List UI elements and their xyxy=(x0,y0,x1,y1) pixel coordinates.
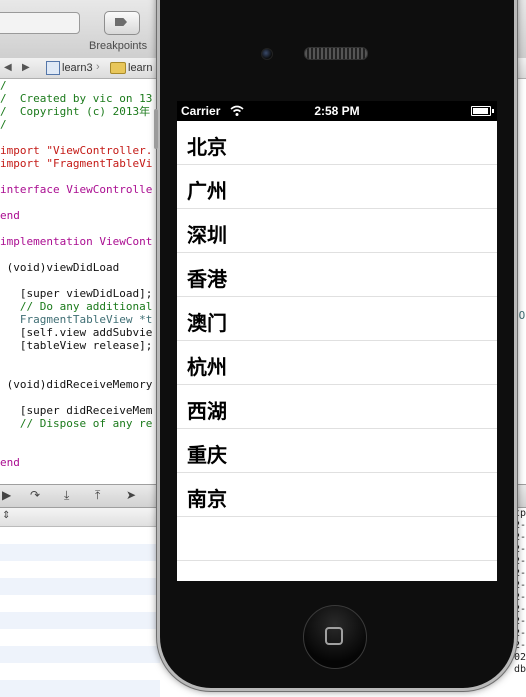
table-row[interactable]: 深圳 xyxy=(177,209,497,253)
table-row[interactable]: 西湖 xyxy=(177,385,497,429)
city-label: 广州 xyxy=(187,179,227,203)
code-line: // Do any additional xyxy=(0,300,153,313)
battery-icon xyxy=(471,106,494,116)
code-line: (void)didReceiveMemory xyxy=(0,378,153,391)
variable-row xyxy=(0,578,160,595)
step-over-icon[interactable]: ↷ xyxy=(30,488,40,502)
folder-icon xyxy=(110,62,126,74)
code-line: (void)viewDidLoad xyxy=(0,261,120,274)
variable-row xyxy=(0,612,160,629)
console-line: 02- xyxy=(514,652,526,663)
city-label: 澳门 xyxy=(187,311,227,335)
code-line: FragmentTableView *t xyxy=(0,313,153,326)
city-label: 重庆 xyxy=(187,443,227,467)
simulator-screen[interactable]: Carrier 2:58 PM 北京广州深圳香港澳门杭州西湖重庆南京 xyxy=(177,101,497,581)
code-line: // Dispose of any re xyxy=(0,417,153,430)
city-table[interactable]: 北京广州深圳香港澳门杭州西湖重庆南京 xyxy=(177,121,497,581)
variables-view[interactable]: ⇕ xyxy=(0,508,160,697)
variables-header[interactable]: ⇕ xyxy=(0,508,160,527)
continue-icon[interactable]: ▶ xyxy=(2,488,11,502)
table-row[interactable] xyxy=(177,561,497,581)
city-label: 南京 xyxy=(187,487,227,511)
breakpoint-icon xyxy=(115,18,127,26)
forward-arrow-icon[interactable]: ▶ xyxy=(22,62,30,73)
code-line: / Copyright (c) 2013年 xyxy=(0,105,151,118)
step-into-icon[interactable]: ⤓ xyxy=(64,488,69,503)
code-line: [super viewDidLoad]; xyxy=(0,287,153,300)
chevron-right-icon: › xyxy=(96,61,100,73)
code-line: import "ViewController. xyxy=(0,144,153,157)
table-row[interactable]: 澳门 xyxy=(177,297,497,341)
console-line: db) xyxy=(514,664,526,675)
jumpbar-folder[interactable]: learn xyxy=(128,62,152,74)
camera-icon xyxy=(261,48,273,60)
iphone-simulator: Carrier 2:58 PM 北京广州深圳香港澳门杭州西湖重庆南京 xyxy=(154,0,517,691)
mute-switch xyxy=(154,109,158,149)
status-time: 2:58 PM xyxy=(314,104,360,118)
table-row[interactable]: 重庆 xyxy=(177,429,497,473)
city-label: 香港 xyxy=(187,267,227,291)
breakpoints-label: Breakpoints xyxy=(89,40,148,52)
status-bar: Carrier 2:58 PM xyxy=(177,101,497,121)
code-line: / xyxy=(0,79,7,92)
code-line: end xyxy=(0,209,20,222)
variable-row xyxy=(0,646,160,663)
breakpoints-button[interactable] xyxy=(104,11,140,35)
back-arrow-icon[interactable]: ◀ xyxy=(4,62,12,73)
table-row[interactable]: 南京 xyxy=(177,473,497,517)
table-row[interactable] xyxy=(177,517,497,561)
code-line: / xyxy=(0,118,7,131)
code-line: interface ViewControlle xyxy=(0,183,153,196)
city-label: 北京 xyxy=(187,135,227,159)
jumpbar-project[interactable]: learn3 xyxy=(62,62,93,74)
search-field[interactable] xyxy=(0,12,80,34)
step-out-icon[interactable]: ⤒ xyxy=(95,488,100,503)
code-line: implementation ViewCont xyxy=(0,235,153,248)
project-icon xyxy=(46,61,60,75)
city-label: 杭州 xyxy=(187,355,227,379)
code-line: / Created by vic on 13 xyxy=(0,92,153,105)
variable-row xyxy=(0,680,160,697)
variable-row xyxy=(0,544,160,561)
stepper-icon[interactable]: ⇕ xyxy=(2,510,10,521)
code-line: [tableView release]; xyxy=(0,339,153,352)
code-line: [super didReceiveMem xyxy=(0,404,153,417)
table-row[interactable]: 广州 xyxy=(177,165,497,209)
code-line: import "FragmentTableVi xyxy=(0,157,153,170)
code-line: [self.view addSubvie xyxy=(0,326,153,339)
code-line: end xyxy=(0,456,20,469)
city-label: 西湖 xyxy=(187,399,227,423)
speaker-grille xyxy=(304,47,368,60)
table-row[interactable]: 香港 xyxy=(177,253,497,297)
location-icon[interactable]: ➤ xyxy=(126,488,136,502)
city-label: 深圳 xyxy=(187,223,227,247)
home-button[interactable] xyxy=(303,605,367,669)
table-row[interactable]: 北京 xyxy=(177,121,497,165)
home-square-icon xyxy=(325,627,343,645)
table-row[interactable]: 杭州 xyxy=(177,341,497,385)
